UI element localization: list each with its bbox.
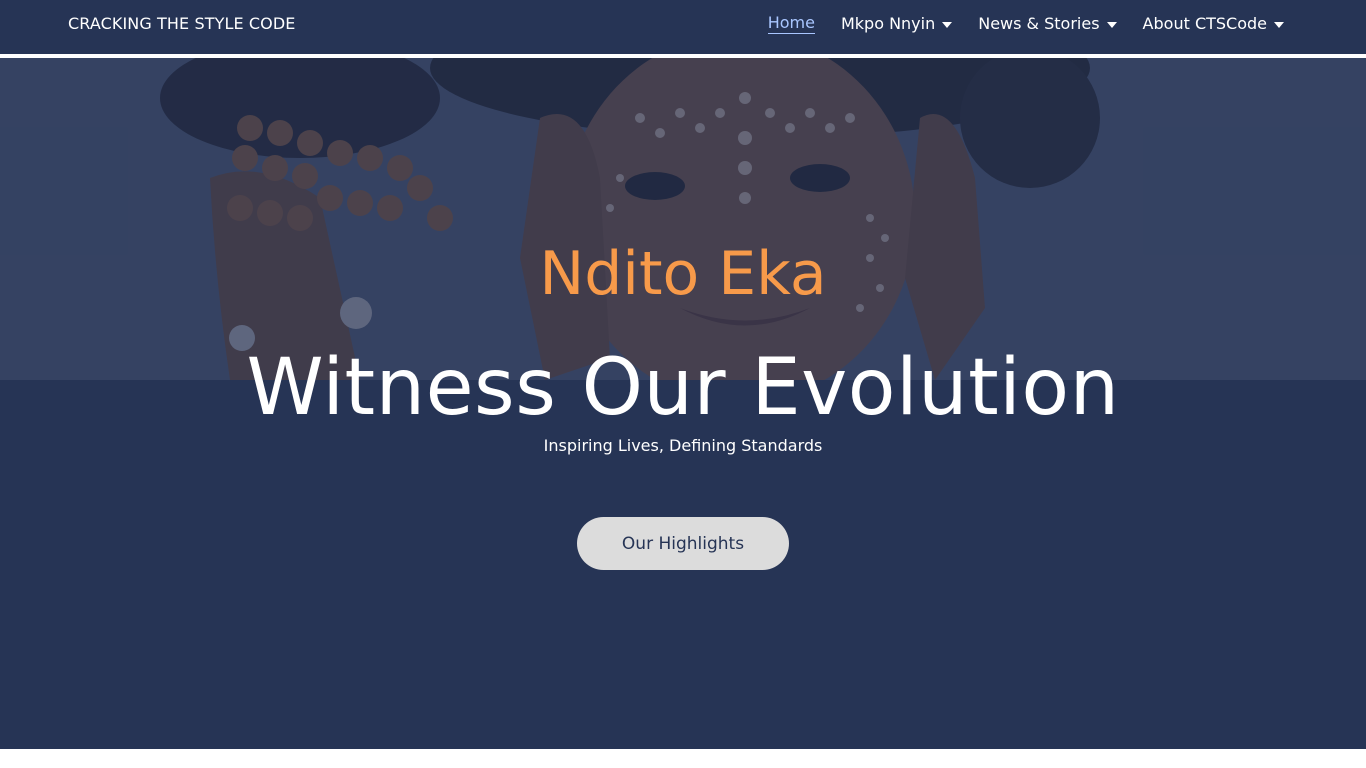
our-highlights-button[interactable]: Our Highlights bbox=[577, 517, 789, 570]
nav-item-label: Home bbox=[767, 13, 815, 34]
top-navbar: CRACKING THE STYLE CODE Home Mkpo Nnyin … bbox=[0, 0, 1366, 56]
hero-headline: Witness Our Evolution bbox=[246, 343, 1120, 433]
nav-item-news-stories[interactable]: News & Stories bbox=[978, 14, 1117, 33]
hero-content: Ndito Eka Witness Our Evolution Inspirin… bbox=[0, 58, 1366, 749]
nav-item-mkpo-nnyin[interactable]: Mkpo Nnyin bbox=[840, 14, 953, 33]
nav-item-about[interactable]: About CTSCode bbox=[1143, 14, 1284, 33]
caret-down-icon bbox=[942, 21, 953, 28]
caret-down-icon bbox=[1274, 21, 1284, 28]
main-nav: Home Mkpo Nnyin News & Stories About CTS… bbox=[767, 13, 1284, 34]
nav-item-home[interactable]: Home bbox=[767, 13, 815, 34]
nav-item-label: Mkpo Nnyin bbox=[840, 14, 936, 33]
hero-section: Ndito Eka Witness Our Evolution Inspirin… bbox=[0, 58, 1366, 749]
site-brand-link[interactable]: CRACKING THE STYLE CODE bbox=[68, 14, 295, 33]
nav-item-label: News & Stories bbox=[978, 14, 1100, 33]
hero-tagline: Inspiring Lives, Defining Standards bbox=[543, 436, 823, 455]
caret-down-icon bbox=[1106, 21, 1117, 28]
page-bottom-strip bbox=[0, 749, 1366, 768]
nav-item-label: About CTSCode bbox=[1142, 14, 1267, 33]
page: CRACKING THE STYLE CODE Home Mkpo Nnyin … bbox=[0, 0, 1366, 768]
hero-eyebrow: Ndito Eka bbox=[539, 239, 827, 309]
